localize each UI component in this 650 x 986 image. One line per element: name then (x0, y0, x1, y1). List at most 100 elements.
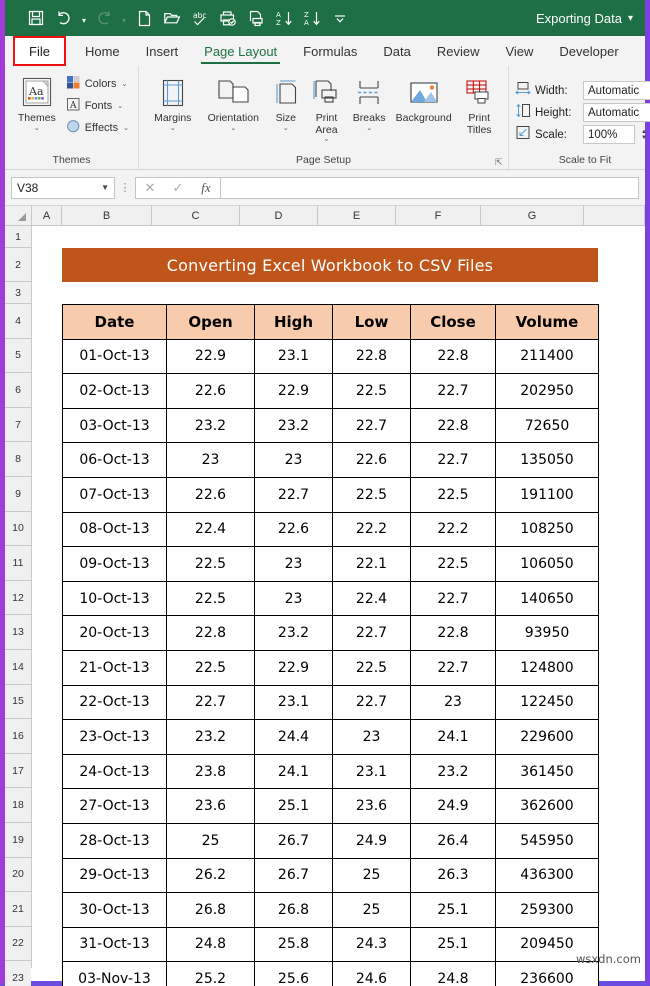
table-cell-low[interactable]: 22.5 (332, 476, 411, 513)
table-cell-volume[interactable]: 191100 (495, 476, 599, 513)
open-folder-icon[interactable] (159, 5, 185, 31)
table-cell-volume[interactable]: 229600 (495, 719, 599, 755)
table-cell-high[interactable]: 23 (254, 580, 333, 617)
table-cell-low[interactable]: 22.1 (332, 546, 411, 582)
table-cell-close[interactable]: 22.7 (410, 442, 496, 478)
column-header-g[interactable]: G (481, 206, 584, 225)
row-header-18[interactable]: 18 (5, 788, 31, 823)
table-cell-low[interactable]: 23.1 (332, 753, 411, 790)
header-cell-high[interactable]: High (254, 304, 333, 340)
table-cell-high[interactable]: 23.1 (254, 684, 333, 721)
table-cell-close[interactable]: 22.7 (410, 649, 496, 686)
table-cell-close[interactable]: 26.4 (410, 822, 496, 859)
column-header-f[interactable]: F (396, 206, 481, 225)
table-cell-open[interactable]: 22.5 (166, 580, 255, 617)
header-cell-close[interactable]: Close (410, 304, 496, 340)
table-cell-close[interactable]: 22.5 (410, 546, 496, 582)
table-cell-volume[interactable]: 362600 (495, 788, 599, 824)
row-header-7[interactable]: 7 (5, 407, 31, 443)
fit-width-select[interactable]: Automatic (583, 81, 650, 100)
table-cell-volume[interactable]: 202950 (495, 373, 599, 409)
table-cell-high[interactable]: 25.6 (254, 961, 333, 986)
theme-effects-dropdown-icon[interactable]: ⌄ (123, 124, 129, 132)
table-cell-high[interactable]: 25.8 (254, 926, 333, 963)
table-cell-date[interactable]: 22-Oct-13 (62, 684, 167, 721)
table-cell-low[interactable]: 22.4 (332, 580, 411, 617)
table-cell-low[interactable]: 25 (332, 857, 411, 894)
table-cell-high[interactable]: 26.7 (254, 857, 333, 894)
table-cell-low[interactable]: 22.5 (332, 373, 411, 409)
print-preview-icon[interactable] (243, 5, 269, 31)
header-cell-date[interactable]: Date (62, 304, 167, 340)
table-cell-low[interactable]: 22.7 (332, 407, 411, 444)
print-area-dropdown-icon[interactable]: ⌄ (324, 136, 330, 144)
table-cell-low[interactable]: 22.2 (332, 511, 411, 548)
table-cell-open[interactable]: 26.8 (166, 892, 255, 928)
table-cell-open[interactable]: 25.2 (166, 961, 255, 986)
table-cell-date[interactable]: 07-Oct-13 (62, 476, 167, 513)
enter-formula-icon[interactable]: ✓ (164, 180, 192, 196)
table-cell-low[interactable]: 22.7 (332, 684, 411, 721)
table-cell-open[interactable]: 22.8 (166, 615, 255, 651)
theme-colors-dropdown-icon[interactable]: ⌄ (121, 80, 127, 88)
tab-view[interactable]: View (492, 36, 546, 66)
table-cell-high[interactable]: 23 (254, 546, 333, 582)
header-cell-low[interactable]: Low (332, 304, 411, 340)
table-cell-date[interactable]: 08-Oct-13 (62, 511, 167, 548)
row-header-21[interactable]: 21 (5, 892, 31, 927)
spelling-icon[interactable]: abc (187, 5, 213, 31)
row-header-2[interactable]: 2 (5, 248, 31, 282)
breaks-button[interactable]: Breaks ⌄ (347, 71, 391, 134)
table-cell-volume[interactable]: 140650 (495, 580, 599, 617)
table-cell-date[interactable]: 01-Oct-13 (62, 338, 167, 375)
table-cell-open[interactable]: 22.6 (166, 373, 255, 409)
table-cell-date[interactable]: 28-Oct-13 (62, 822, 167, 859)
header-cell-open[interactable]: Open (166, 304, 255, 340)
column-header-e[interactable]: E (318, 206, 396, 225)
theme-effects-button[interactable]: Effects ⌄ (63, 117, 132, 138)
table-cell-close[interactable]: 22.8 (410, 407, 496, 444)
table-cell-volume[interactable]: 545950 (495, 822, 599, 859)
table-cell-date[interactable]: 06-Oct-13 (62, 442, 167, 478)
table-cell-low[interactable]: 22.7 (332, 615, 411, 651)
table-cell-date[interactable]: 03-Nov-13 (62, 961, 167, 986)
table-cell-volume[interactable]: 135050 (495, 442, 599, 478)
table-cell-close[interactable]: 25.1 (410, 926, 496, 963)
margins-dropdown-icon[interactable]: ⌄ (170, 125, 176, 133)
background-button[interactable]: Background (391, 71, 456, 127)
theme-colors-button[interactable]: Colors ⌄ (63, 73, 132, 94)
row-header-4[interactable]: 4 (5, 304, 31, 339)
row-header-19[interactable]: 19 (5, 822, 31, 858)
column-header-a[interactable]: A (32, 206, 62, 225)
table-cell-high[interactable]: 24.4 (254, 719, 333, 755)
table-cell-low[interactable]: 22.5 (332, 649, 411, 686)
table-cell-date[interactable]: 29-Oct-13 (62, 857, 167, 894)
customize-qat-icon[interactable] (327, 5, 353, 31)
row-header-15[interactable]: 15 (5, 684, 31, 720)
redo-dropdown-icon[interactable]: ▾ (119, 5, 129, 31)
table-cell-low[interactable]: 22.6 (332, 442, 411, 478)
row-header-6[interactable]: 6 (5, 373, 31, 408)
table-cell-open[interactable]: 23.2 (166, 407, 255, 444)
table-cell-low[interactable]: 22.8 (332, 338, 411, 375)
table-cell-volume[interactable]: 124800 (495, 649, 599, 686)
themes-button[interactable]: Aa Themes ⌄ (11, 71, 63, 134)
tab-page-layout[interactable]: Page Layout (191, 36, 290, 66)
select-all-corner[interactable] (5, 206, 32, 225)
tab-formulas[interactable]: Formulas (290, 36, 370, 66)
tab-developer[interactable]: Developer (546, 36, 631, 66)
scale-input[interactable]: 100% (583, 125, 635, 144)
themes-dropdown-icon[interactable]: ⌄ (34, 125, 40, 133)
table-cell-volume[interactable]: 122450 (495, 684, 599, 721)
row-header-10[interactable]: 10 (5, 511, 31, 547)
table-cell-open[interactable]: 22.6 (166, 476, 255, 513)
fit-height-select[interactable]: Automatic (583, 103, 650, 122)
row-header-9[interactable]: 9 (5, 476, 31, 512)
row-header-20[interactable]: 20 (5, 857, 31, 893)
row-header-22[interactable]: 22 (5, 926, 31, 962)
scale-stepper[interactable]: ▲ ▼ (641, 129, 647, 141)
table-cell-low[interactable]: 24.6 (332, 961, 411, 986)
name-box[interactable]: V38 ▼ (11, 176, 115, 199)
table-cell-low[interactable]: 23.6 (332, 788, 411, 824)
column-header-h[interactable] (584, 206, 645, 225)
